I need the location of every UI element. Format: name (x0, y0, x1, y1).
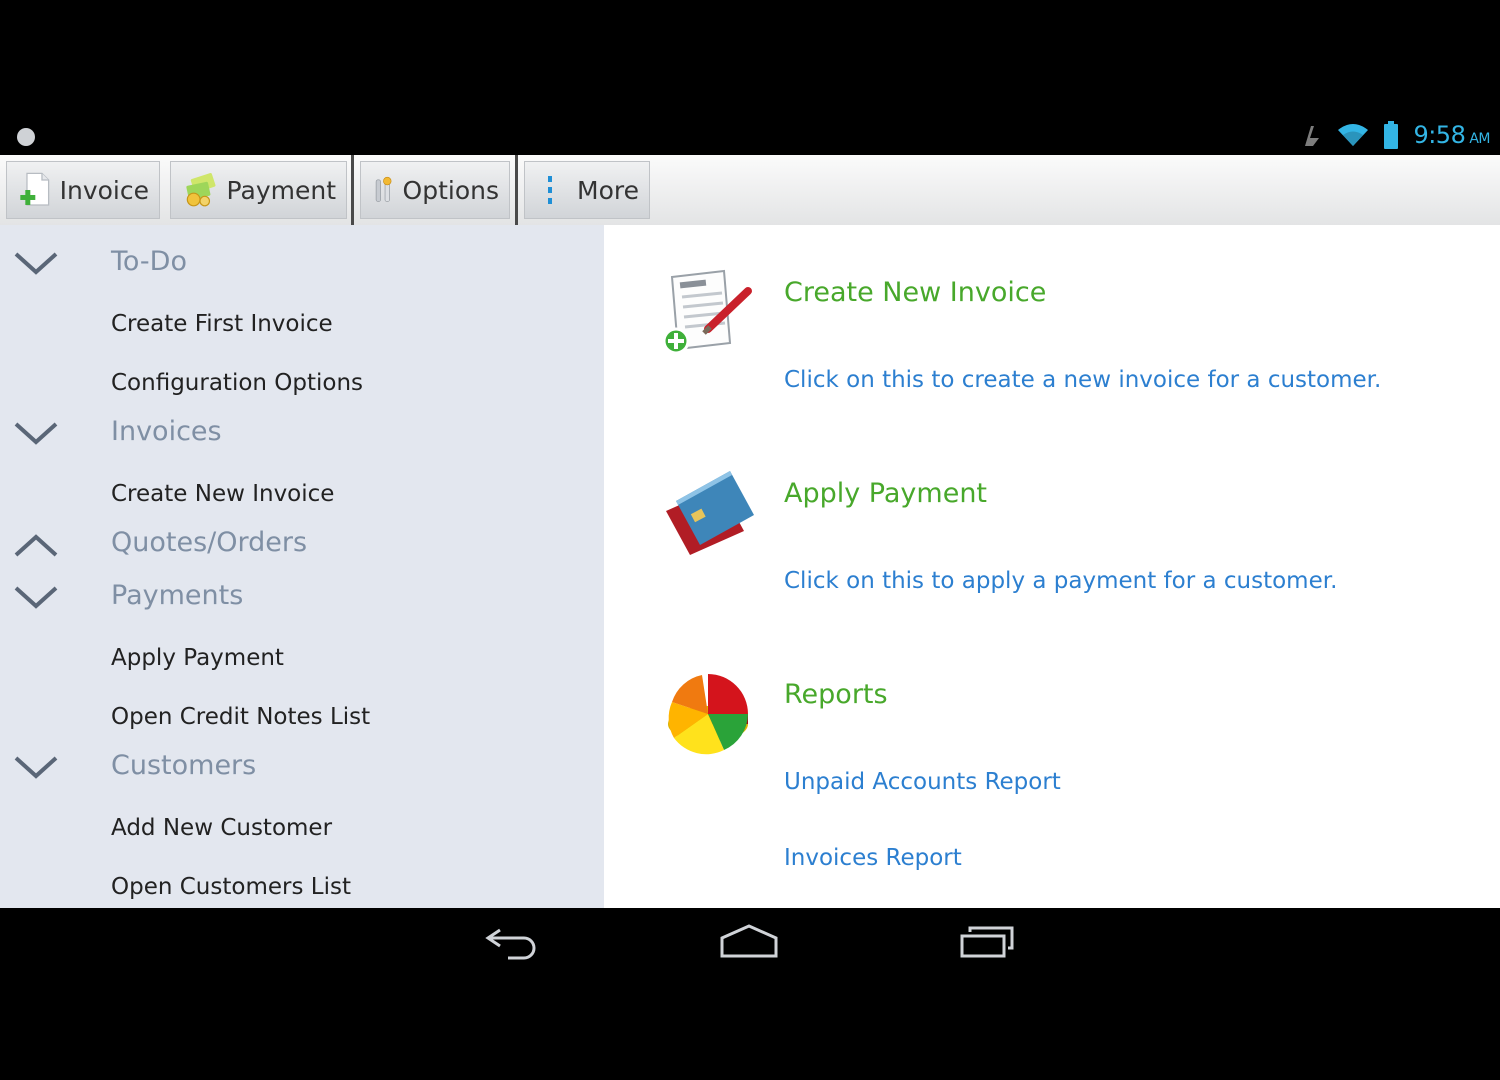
pie-chart-icon[interactable] (662, 666, 758, 762)
chevron-down-icon (14, 252, 58, 275)
section-label-todo: To-Do (111, 246, 187, 277)
sidebar-item-add-new-customer[interactable]: Add New Customer (111, 815, 332, 841)
invoice-document-icon[interactable] (662, 267, 758, 363)
invoice-button-label: Invoice (59, 175, 149, 205)
sidebar: To-Do Create First Invoice Configuration… (0, 225, 604, 908)
toolbar-divider (351, 155, 354, 225)
sidebar-item-create-new-invoice[interactable]: Create New Invoice (111, 481, 334, 507)
section-header-payments[interactable]: Payments (0, 572, 604, 622)
create-new-invoice-description[interactable]: Click on this to create a new invoice fo… (784, 367, 1381, 393)
action-bar: Invoice Payment Options More (0, 155, 1500, 226)
apply-payment-description[interactable]: Click on this to apply a payment for a c… (784, 568, 1337, 594)
section-label-invoices: Invoices (111, 416, 222, 447)
clock-ampm: AM (1469, 131, 1490, 147)
battery-icon (1384, 121, 1399, 149)
section-header-quotes-orders[interactable]: Quotes/Orders (0, 519, 604, 569)
section-header-customers[interactable]: Customers (0, 742, 604, 792)
sidebar-item-open-credit-notes-list[interactable]: Open Credit Notes List (111, 704, 370, 730)
overflow-menu-icon (548, 176, 552, 204)
options-button[interactable]: Options (360, 161, 510, 219)
tools-icon (375, 176, 392, 202)
main-content: Create New Invoice Click on this to crea… (604, 225, 1500, 908)
chevron-down-icon (14, 756, 58, 779)
home-icon[interactable] (714, 920, 784, 960)
new-invoice-icon (20, 172, 50, 206)
section-label-quotes-orders: Quotes/Orders (111, 527, 308, 558)
unpaid-accounts-report-link[interactable]: Unpaid Accounts Report (784, 769, 1061, 795)
money-icon (186, 173, 216, 207)
create-new-invoice-title[interactable]: Create New Invoice (784, 277, 1046, 308)
section-label-customers: Customers (111, 750, 257, 781)
chevron-up-icon (14, 534, 58, 557)
status-clock: 9:58 AM (1413, 121, 1490, 149)
android-notification-icon (17, 128, 35, 146)
section-header-invoices[interactable]: Invoices (0, 408, 604, 458)
sidebar-item-configuration-options[interactable]: Configuration Options (111, 370, 363, 396)
credit-card-icon[interactable] (662, 465, 758, 561)
payment-button[interactable]: Payment (170, 161, 347, 219)
chevron-down-icon (14, 422, 58, 445)
section-label-payments: Payments (111, 580, 244, 611)
back-icon[interactable] (478, 920, 548, 960)
navigation-bar (0, 908, 1500, 1080)
sidebar-item-apply-payment[interactable]: Apply Payment (111, 645, 284, 671)
wifi-icon (1338, 124, 1369, 146)
section-header-todo[interactable]: To-Do (0, 238, 604, 288)
sidebar-item-create-first-invoice[interactable]: Create First Invoice (111, 311, 333, 337)
invoices-report-link[interactable]: Invoices Report (784, 845, 962, 871)
recent-apps-icon[interactable] (952, 920, 1022, 960)
more-button[interactable]: More (524, 161, 650, 219)
sidebar-item-open-customers-list[interactable]: Open Customers List (111, 874, 351, 900)
signal-icon (1305, 126, 1320, 146)
clock-time: 9:58 (1413, 121, 1466, 149)
status-bar: 9:58 AM (0, 0, 1500, 155)
reports-title: Reports (784, 679, 888, 710)
invoice-button[interactable]: Invoice (6, 161, 160, 219)
toolbar-divider (515, 155, 518, 225)
payment-button-label: Payment (226, 175, 336, 205)
chevron-down-icon (14, 586, 58, 609)
apply-payment-title[interactable]: Apply Payment (784, 478, 987, 509)
more-button-label: More (577, 175, 639, 205)
options-button-label: Options (402, 175, 499, 205)
status-icons: 9:58 AM (1301, 120, 1490, 150)
